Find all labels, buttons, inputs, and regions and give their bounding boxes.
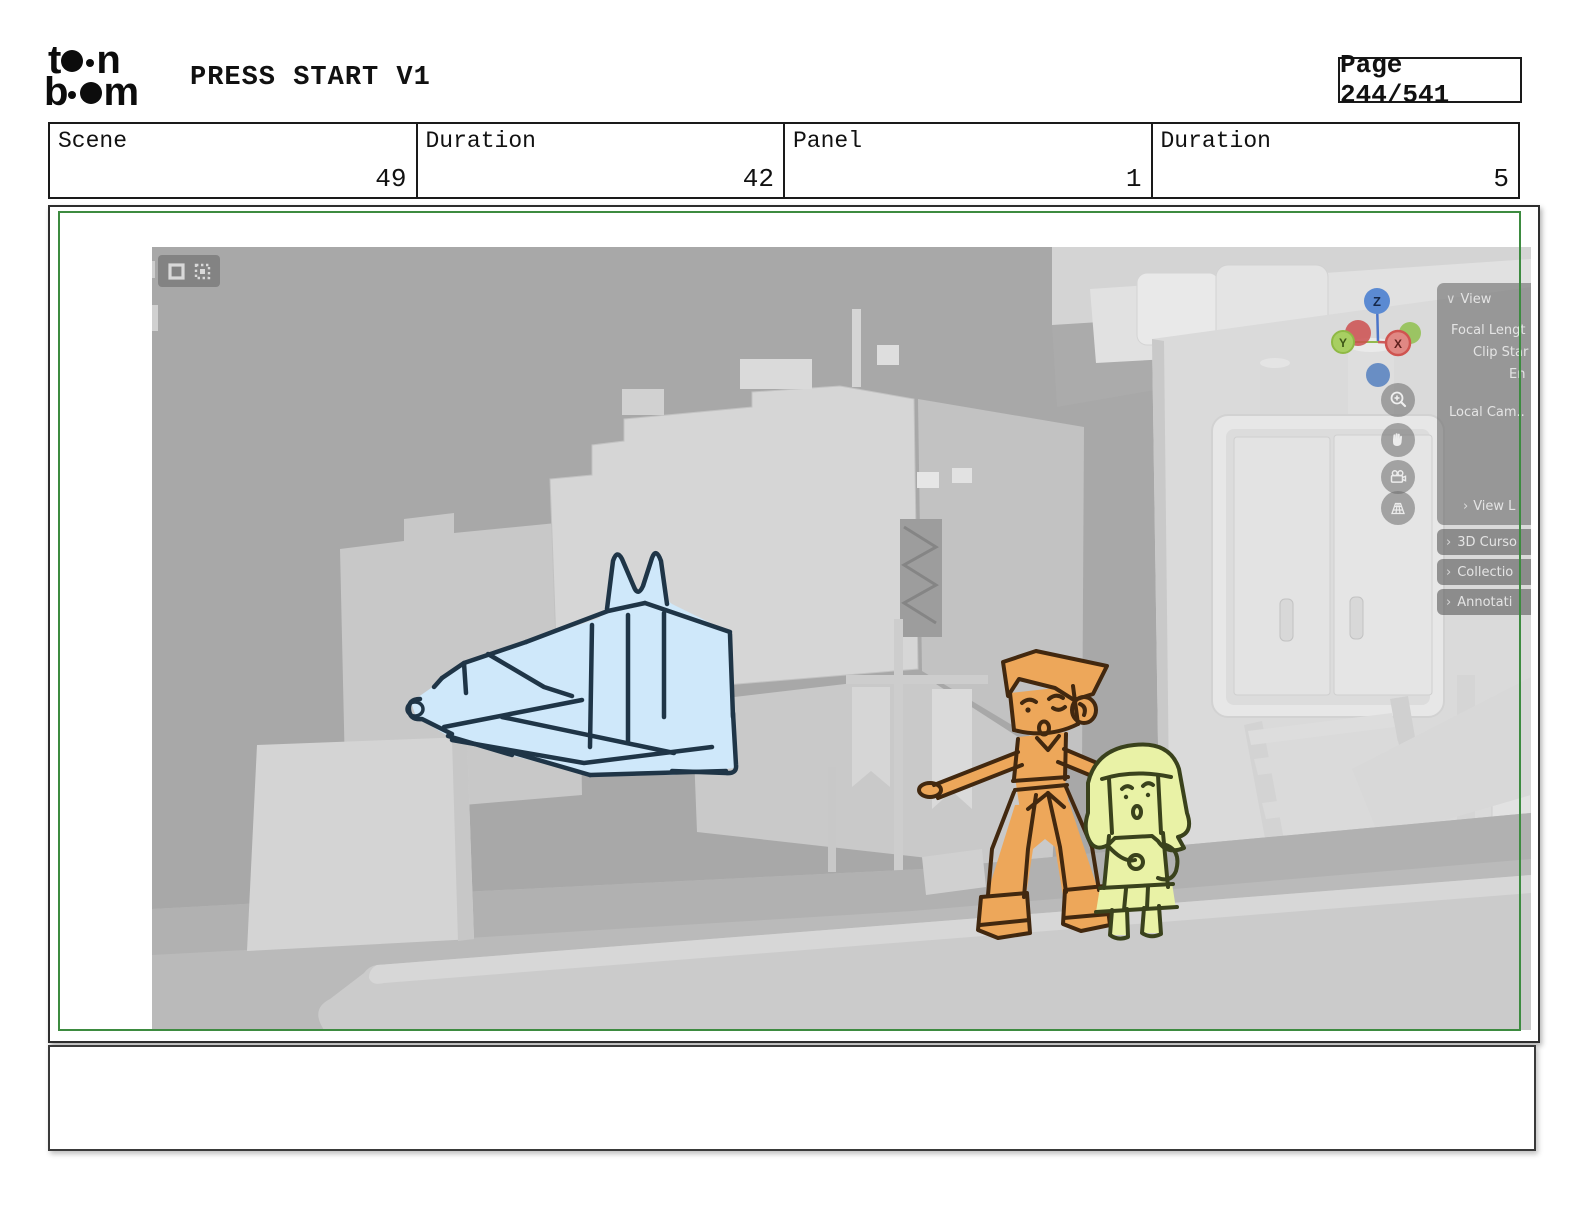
duration2-label: Duration [1160,128,1271,154]
perspective-grid-button[interactable] [1381,491,1415,525]
logo-dot-icon [86,58,95,67]
axis-y-label: Y [1339,336,1347,350]
annotations-section[interactable]: › Annotati [1437,589,1531,615]
focal-length-field[interactable]: Focal Lengt [1437,323,1531,338]
navigation-gizmo[interactable]: Z Y X [1328,287,1438,397]
3d-scene-art [152,247,1531,1030]
panel-info-table: Scene 49 Duration 42 Panel 1 Duration 5 [48,122,1520,199]
logo-letter: m [103,69,139,114]
caption-box [48,1045,1536,1151]
duration-label: Duration [425,128,536,154]
clip-start-field[interactable]: Clip Star [1437,345,1531,360]
blender-viewport-screenshot: ∨ View Focal Lengt Clip Star En Local Ca… [152,247,1531,1030]
dotted-region-icon[interactable] [194,263,211,280]
view-section-label: View [1460,292,1492,307]
render-region-icon[interactable] [167,262,185,280]
logo-dot-icon [80,81,103,104]
magnifier-plus-icon [1390,391,1407,408]
panel-duration-cell: Duration 5 [1153,124,1519,197]
logo-line-2: bm [44,69,139,114]
logo-letter: b [44,69,68,114]
chevron-right-icon: › [1463,499,1469,514]
axis-z-negative-ball[interactable] [1366,363,1390,387]
panel-label: Panel [793,128,863,154]
view-section-header[interactable]: ∨ View [1437,292,1531,307]
duration-value: 42 [742,164,774,194]
pan-tool-button[interactable] [1381,423,1415,457]
chevron-down-icon: ∨ [1446,292,1456,307]
clipped-ui-fragment [152,261,155,278]
storyboard-export-page: { "header": { "logo": {"l1a": "t", "l1b"… [0,0,1584,1224]
duration2-value: 5 [1493,164,1509,194]
panel-value: 1 [1125,164,1142,194]
viewport-corner-toolbar [158,255,220,287]
logo-dot-icon [68,90,77,99]
scene-label: Scene [58,128,128,154]
storyboard-panel-frame: ∨ View Focal Lengt Clip Star En Local Ca… [48,205,1540,1043]
chevron-right-icon: › [1446,594,1452,610]
grid-icon [1391,502,1405,515]
chevron-right-icon: › [1446,564,1452,580]
panel-cell: Panel 1 [785,124,1153,197]
camera-view-button[interactable] [1381,460,1415,494]
scene-duration-cell: Duration 42 [418,124,785,197]
scene-cell: Scene 49 [50,124,418,197]
clip-end-field[interactable]: En [1437,367,1531,382]
page-number-box: Page 244/541 [1338,50,1522,110]
logo-dot-icon [61,49,84,72]
local-camera-field[interactable]: Local Cam.. [1437,405,1531,420]
axis-z-label: Z [1373,294,1381,309]
project-title: PRESS START V1 [190,63,431,93]
view-section[interactable]: ∨ View Focal Lengt Clip Star En Local Ca… [1437,283,1531,525]
view-lock-subsection[interactable]: › View L [1437,499,1531,514]
axis-x-label: X [1394,337,1402,351]
3d-cursor-section[interactable]: › 3D Curso [1437,529,1531,555]
zoom-tool-button[interactable] [1381,383,1415,417]
camera-icon [1390,470,1407,483]
toonboom-logo: tn bm [44,40,139,112]
scene-value: 49 [375,164,407,194]
collections-section[interactable]: › Collectio [1437,559,1531,585]
hand-icon [1393,433,1402,446]
chevron-right-icon: › [1446,534,1452,550]
